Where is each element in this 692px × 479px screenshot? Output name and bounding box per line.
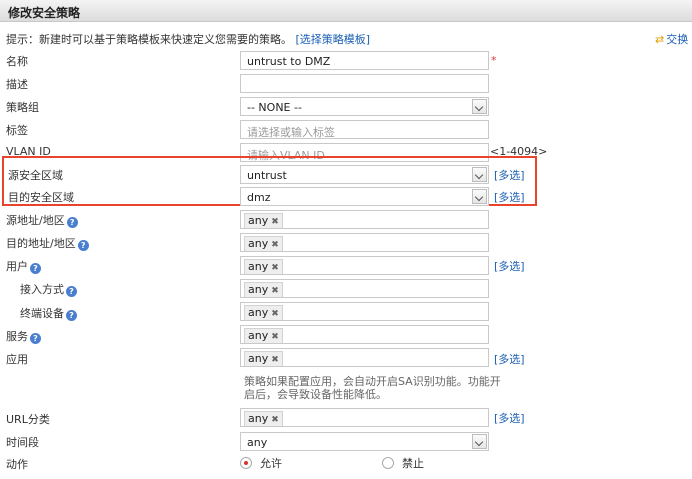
radio-unselected-icon: [382, 457, 394, 469]
chevron-down-icon[interactable]: [472, 434, 487, 449]
tag-chip-text: any: [248, 260, 269, 273]
tag-chip: any ✖: [244, 282, 283, 297]
src-zone-select[interactable]: untrust: [240, 165, 489, 184]
user-label-text: 用户: [6, 260, 28, 273]
tag-chip: any ✖: [244, 305, 283, 320]
terminal-label-text: 终端设备: [20, 307, 64, 320]
src-addr-field[interactable]: any ✖: [240, 210, 489, 229]
app-field[interactable]: any ✖: [240, 348, 489, 367]
page-title: 修改安全策略: [8, 6, 81, 20]
group-label: 策略组: [6, 101, 39, 114]
app-multi-link[interactable]: [多选]: [494, 351, 525, 367]
close-icon[interactable]: ✖: [271, 332, 279, 342]
tag-chip: any ✖: [244, 411, 283, 426]
tag-chip-text: any: [248, 214, 269, 227]
dst-addr-label-text: 目的地址/地区: [6, 237, 76, 250]
action-deny-radio[interactable]: 禁止: [382, 455, 424, 471]
tag-chip-text: any: [248, 329, 269, 342]
access-label: 接入方式?: [20, 281, 77, 297]
action-allow-radio[interactable]: 允许: [240, 455, 282, 471]
action-label: 动作: [6, 458, 28, 471]
app-note: 策略如果配置应用，会自动开启SA识别功能。功能开启后，会导致设备性能降低。: [244, 375, 501, 401]
tag-chip-text: any: [248, 412, 269, 425]
url-field[interactable]: any ✖: [240, 408, 489, 427]
close-icon[interactable]: ✖: [271, 217, 279, 227]
tag-chip-text: any: [248, 352, 269, 365]
title-bar: 修改安全策略: [0, 0, 692, 22]
tag-label: 标签: [6, 124, 28, 137]
time-label: 时间段: [6, 436, 39, 449]
hint-text: 提示：新建时可以基于策略模板来快速定义您需要的策略。 [选择策略模板]: [6, 31, 370, 47]
tag-chip: any ✖: [244, 259, 283, 274]
tag-input[interactable]: 请选择或输入标签: [240, 120, 489, 139]
tag-chip-text: any: [248, 306, 269, 319]
action-allow-label: 允许: [260, 457, 282, 470]
help-icon[interactable]: ?: [66, 286, 77, 297]
user-field[interactable]: any ✖: [240, 256, 489, 275]
name-input[interactable]: untrust to DMZ: [240, 51, 489, 70]
close-icon[interactable]: ✖: [271, 355, 279, 365]
help-icon[interactable]: ?: [30, 333, 41, 344]
chevron-down-icon[interactable]: [472, 167, 487, 182]
radio-selected-icon: [240, 457, 252, 469]
tag-chip: any ✖: [244, 328, 283, 343]
user-label: 用户?: [6, 258, 41, 274]
user-multi-link[interactable]: [多选]: [494, 258, 525, 274]
help-icon[interactable]: ?: [66, 217, 78, 228]
tag-chip: any ✖: [244, 236, 283, 251]
chevron-down-icon[interactable]: [472, 99, 487, 114]
url-label: URL分类: [6, 413, 50, 426]
time-select-value: any: [247, 436, 268, 449]
dst-addr-field[interactable]: any ✖: [240, 233, 489, 252]
group-select[interactable]: -- NONE --: [240, 97, 489, 116]
dst-zone-label: 目的安全区域: [8, 191, 74, 204]
terminal-label: 终端设备?: [20, 305, 77, 321]
src-addr-label: 源地址/地区?: [6, 212, 78, 228]
service-field[interactable]: any ✖: [240, 325, 489, 344]
close-icon[interactable]: ✖: [271, 286, 279, 296]
dst-zone-value: dmz: [247, 191, 271, 204]
hint-message: 提示：新建时可以基于策略模板来快速定义您需要的策略。: [6, 33, 292, 46]
dst-zone-multi-link[interactable]: [多选]: [494, 189, 525, 205]
src-zone-label: 源安全区域: [8, 169, 63, 182]
swap-label: 交换: [666, 33, 689, 46]
service-label-text: 服务: [6, 330, 28, 343]
desc-input[interactable]: [240, 74, 489, 93]
swap-icon: ⇄: [655, 33, 665, 46]
app-label: 应用: [6, 353, 28, 366]
chevron-down-icon[interactable]: [472, 189, 487, 204]
close-icon[interactable]: ✖: [271, 415, 279, 425]
action-deny-label: 禁止: [402, 457, 424, 470]
tag-chip: any ✖: [244, 351, 283, 366]
close-icon[interactable]: ✖: [271, 263, 279, 273]
help-icon[interactable]: ?: [66, 310, 77, 321]
close-icon[interactable]: ✖: [271, 309, 279, 319]
src-addr-label-text: 源地址/地区: [6, 214, 65, 227]
required-mark: *: [491, 54, 497, 67]
tag-chip-text: any: [248, 283, 269, 296]
src-zone-multi-link[interactable]: [多选]: [494, 167, 525, 183]
dst-addr-label: 目的地址/地区?: [6, 235, 89, 251]
close-icon[interactable]: ✖: [271, 240, 279, 250]
select-template-link[interactable]: [选择策略模板]: [296, 33, 371, 46]
dst-zone-select[interactable]: dmz: [240, 187, 489, 206]
help-icon[interactable]: ?: [30, 263, 41, 274]
access-field[interactable]: any ✖: [240, 279, 489, 298]
group-select-value: -- NONE --: [247, 101, 302, 114]
tag-chip: any ✖: [244, 213, 283, 228]
src-zone-value: untrust: [247, 169, 287, 182]
service-label: 服务?: [6, 328, 41, 344]
time-select[interactable]: any: [240, 432, 489, 451]
help-icon[interactable]: ?: [77, 240, 89, 251]
swap-button[interactable]: ⇄ 交换: [655, 31, 688, 47]
access-label-text: 接入方式: [20, 283, 64, 296]
tag-chip-text: any: [248, 237, 269, 250]
desc-label: 描述: [6, 78, 28, 91]
name-label: 名称: [6, 55, 28, 68]
terminal-field[interactable]: any ✖: [240, 302, 489, 321]
url-multi-link[interactable]: [多选]: [494, 410, 525, 426]
